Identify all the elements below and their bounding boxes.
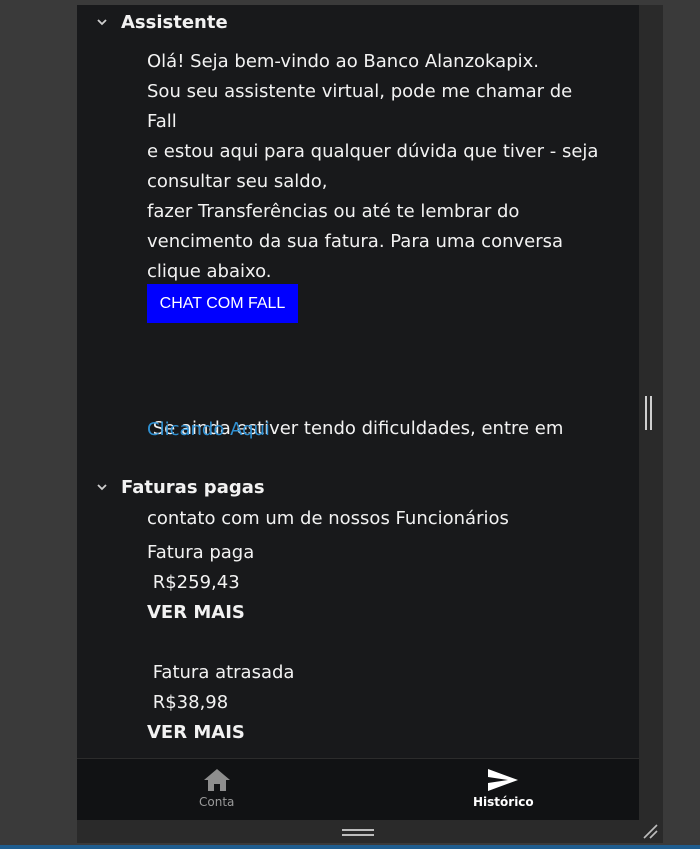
- section-title: Assistente: [121, 12, 228, 33]
- message-line: Sou seu assistente virtual, pode me cham…: [147, 81, 573, 132]
- home-icon: [203, 769, 230, 791]
- resize-grip-icon[interactable]: [642, 823, 658, 839]
- nav-label: Conta: [199, 795, 235, 809]
- taskbar-strip: [0, 845, 700, 849]
- invoice-label: Fatura paga: [147, 542, 255, 563]
- message-line: clique abaixo.: [147, 261, 272, 282]
- chevron-down-icon: [97, 19, 107, 26]
- nav-label: Histórico: [473, 795, 534, 809]
- section-header-assistente[interactable]: Assistente: [97, 12, 228, 33]
- message-line: vencimento da sua fatura. Para uma conve…: [147, 231, 564, 252]
- app-frame: Assistente Olá! Seja bem-vindo ao Banco …: [77, 5, 663, 843]
- contact-link[interactable]: Clicando Aqui: [147, 419, 270, 440]
- invoice-value: R$38,98: [147, 692, 229, 713]
- ver-mais-button[interactable]: VER MAIS: [147, 722, 245, 743]
- nav-item-conta[interactable]: Conta: [199, 767, 234, 809]
- help-line: contato com um de nossos Funcionários: [147, 508, 509, 529]
- bottom-nav: Conta Histórico: [77, 758, 639, 820]
- scrollbar-handle[interactable]: [645, 396, 653, 430]
- drag-handle[interactable]: [342, 829, 374, 839]
- message-line: consultar seu saldo,: [147, 171, 328, 192]
- assistant-message: Olá! Seja bem-vindo ao Banco Alanzokapix…: [147, 47, 607, 287]
- message-line: Olá! Seja bem-vindo ao Banco Alanzokapix…: [147, 51, 539, 72]
- ver-mais-button[interactable]: VER MAIS: [147, 602, 245, 623]
- chat-with-fall-button[interactable]: CHAT COM FALL: [147, 284, 298, 323]
- message-line: fazer Transferências ou até te lembrar d…: [147, 201, 520, 222]
- invoice-label: Fatura atrasada: [147, 662, 295, 683]
- chevron-down-icon: [97, 484, 107, 491]
- invoice-value: R$259,43: [147, 572, 240, 593]
- section-title: Faturas pagas: [121, 477, 265, 498]
- send-icon: [488, 769, 519, 791]
- message-line: e estou aqui para qualquer dúvida que ti…: [147, 141, 599, 162]
- scroll-content: Assistente Olá! Seja bem-vindo ao Banco …: [77, 5, 639, 758]
- nav-item-historico[interactable]: Histórico: [473, 767, 534, 809]
- section-header-faturas[interactable]: Faturas pagas: [97, 477, 265, 498]
